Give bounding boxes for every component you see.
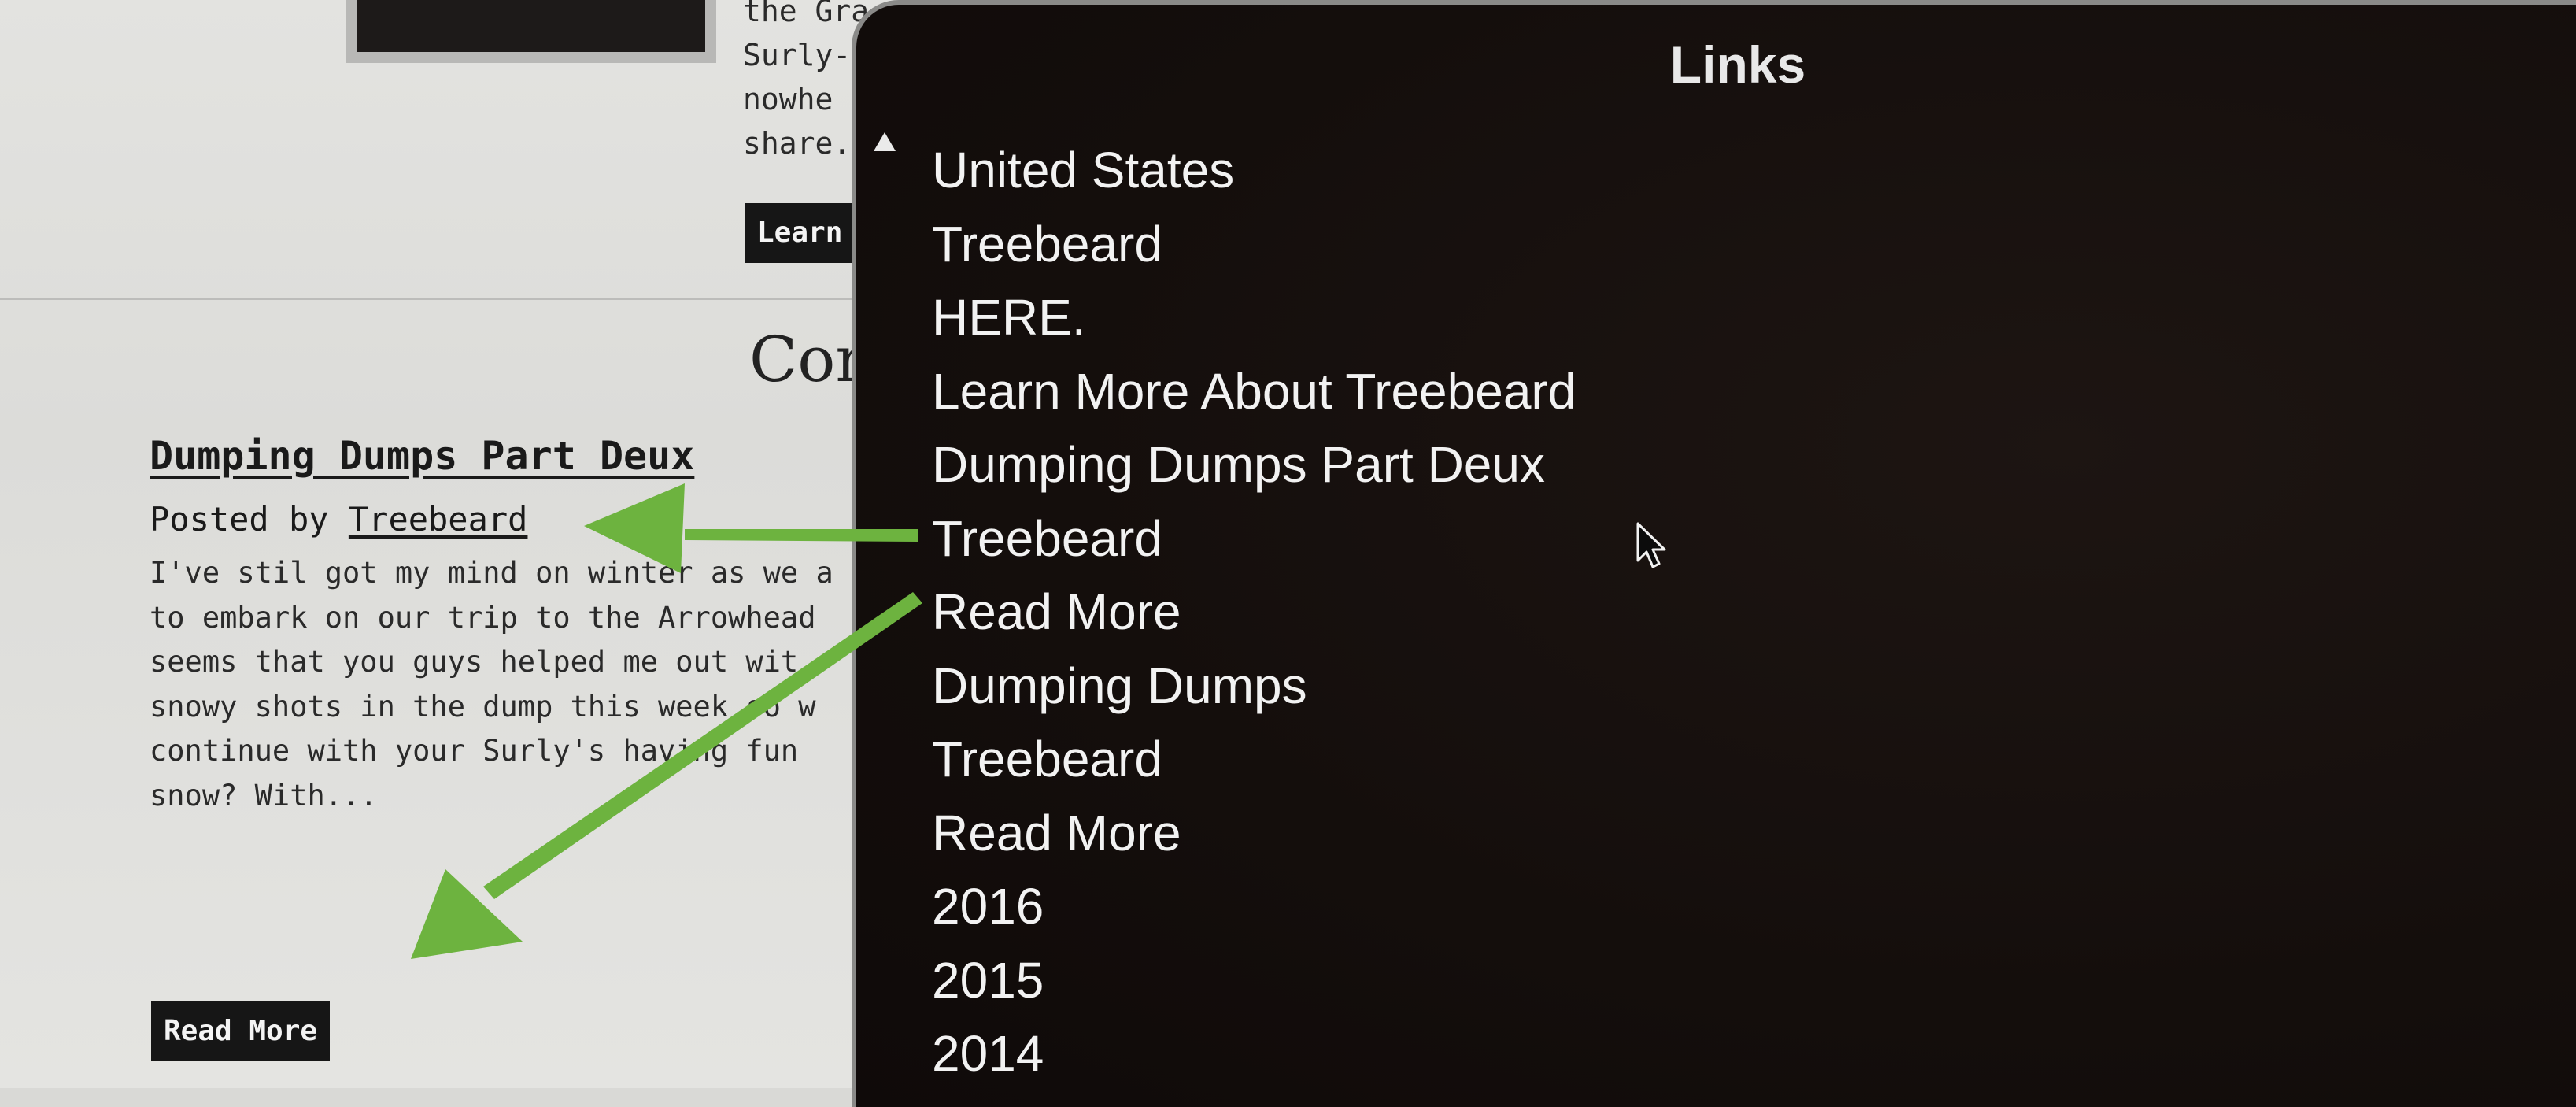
- link-item[interactable]: Learn More About Treebeard: [932, 355, 1576, 429]
- link-item[interactable]: Treebeard: [932, 208, 1576, 282]
- link-item[interactable]: Treebeard: [932, 502, 1576, 576]
- section-heading: Cor: [749, 323, 866, 396]
- post-thumbnail[interactable]: [346, 0, 716, 63]
- excerpt-line: snowy shots in the dump this week so w: [150, 689, 816, 724]
- excerpt-line: continue with your Surly's having fun: [150, 734, 799, 768]
- divider: [0, 298, 858, 300]
- link-item[interactable]: United States: [932, 134, 1576, 208]
- link-item[interactable]: Dumping Dumps Part Deux: [932, 428, 1576, 502]
- links-title: Links: [1669, 35, 1806, 94]
- link-item[interactable]: Treebeard: [932, 723, 1576, 797]
- snippet-line: the Gra: [743, 0, 870, 28]
- thumbnail-image: [357, 0, 705, 52]
- link-item[interactable]: 2014: [932, 1017, 1576, 1091]
- snippet-line: Surly-: [743, 38, 852, 72]
- post-byline: Posted by Treebeard: [150, 500, 527, 539]
- excerpt-line: I've stil got my mind on winter as we a: [150, 556, 833, 590]
- link-item[interactable]: Read More: [932, 576, 1576, 650]
- excerpt-line: seems that you guys helped me out wit: [150, 645, 799, 679]
- link-item[interactable]: 2016: [932, 870, 1576, 944]
- post-excerpt: I've stil got my mind on winter as we a …: [150, 551, 858, 818]
- caret-up-icon: [874, 132, 896, 151]
- link-item[interactable]: Read More: [932, 797, 1576, 871]
- post-snippet: the Gra Surly- nowhe share.: [743, 0, 869, 165]
- links-rotor-panel: Links United States Treebeard HERE. Lear…: [852, 0, 2576, 1107]
- mouse-cursor-icon: [1636, 522, 1666, 568]
- byline-prefix: Posted by: [150, 500, 349, 539]
- snippet-line: share.: [743, 126, 852, 161]
- link-item[interactable]: Dumping Dumps: [932, 650, 1576, 724]
- snippet-line: nowhe: [743, 82, 833, 117]
- excerpt-line: to embark on our trip to the Arrowhead: [150, 600, 816, 635]
- links-list: United States Treebeard HERE. Learn More…: [932, 134, 1576, 1091]
- read-more-button[interactable]: Read More: [151, 1001, 331, 1061]
- excerpt-line: snow? With...: [150, 778, 378, 813]
- link-item[interactable]: HERE.: [932, 281, 1576, 355]
- author-link[interactable]: Treebeard: [349, 500, 528, 539]
- link-item[interactable]: 2015: [932, 944, 1576, 1018]
- post-title-link[interactable]: Dumping Dumps Part Deux: [150, 433, 694, 479]
